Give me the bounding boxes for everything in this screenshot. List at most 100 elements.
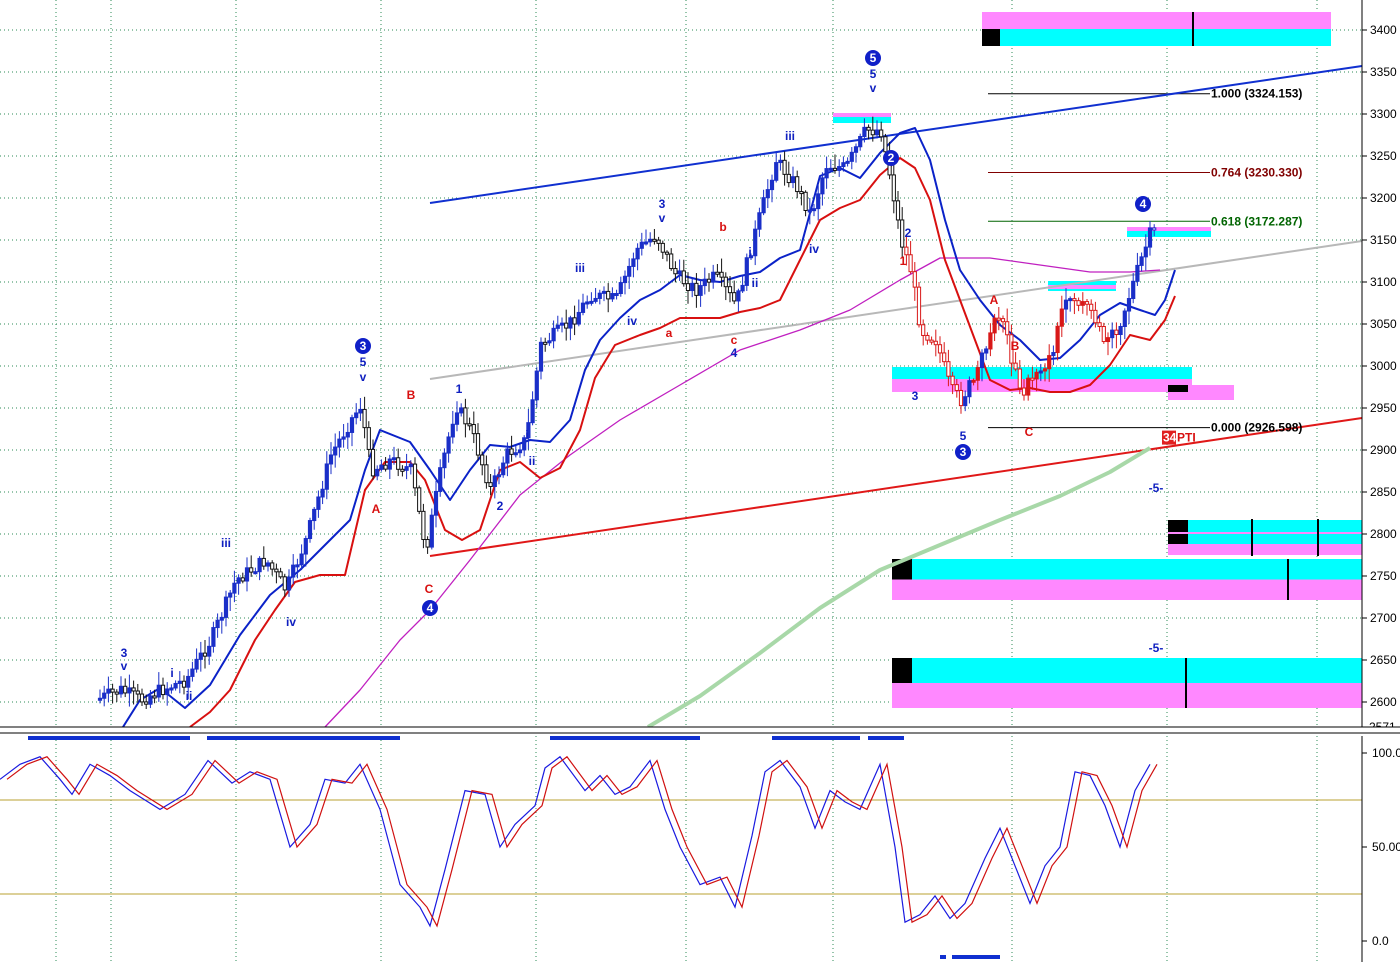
candle-body — [530, 399, 535, 424]
wave-label: iii — [785, 129, 795, 143]
candle-body — [1114, 329, 1119, 336]
candle-body — [837, 166, 842, 171]
price-tick-label: 2900 — [1370, 443, 1397, 457]
wave-label: v — [870, 81, 877, 95]
candle-body — [286, 576, 292, 591]
candle-body — [740, 284, 745, 292]
candle-body — [967, 380, 972, 398]
price-tick-label: 2750 — [1370, 569, 1397, 583]
candle-body — [160, 684, 166, 696]
candle-body — [425, 539, 430, 548]
osc-tick-label: 50.00 — [1372, 840, 1400, 854]
candle-body — [832, 167, 838, 171]
candle-body — [858, 135, 863, 148]
wave-label: ii — [752, 276, 759, 290]
candle-body — [278, 571, 283, 578]
wave-label: i — [170, 666, 173, 680]
candle-body — [467, 423, 472, 427]
wave-label: 3 — [121, 646, 128, 660]
candle-body — [471, 424, 476, 435]
candle-body — [635, 247, 640, 260]
zone-marker — [1168, 385, 1188, 392]
candle-body — [669, 253, 674, 270]
candle-body — [1042, 368, 1048, 372]
candle-body — [1063, 299, 1069, 310]
candle-body — [244, 567, 250, 582]
candle-body — [988, 332, 993, 350]
candle-body — [1135, 264, 1140, 282]
candle-body — [1143, 246, 1148, 258]
candle-body — [1110, 329, 1115, 339]
candle-body — [223, 596, 229, 618]
candle-body — [303, 538, 308, 555]
zone-magenta — [833, 113, 891, 117]
candle-body — [534, 370, 539, 401]
wave-label: i — [525, 428, 528, 442]
candle-body — [144, 701, 149, 705]
candle-body — [265, 562, 271, 567]
candle-body — [895, 200, 901, 221]
candle-body — [736, 290, 741, 302]
signal-bar — [207, 736, 400, 740]
candle-body — [744, 257, 749, 286]
wave-label: 4 — [731, 346, 738, 360]
candle-body — [643, 241, 649, 245]
candle-body — [375, 468, 380, 477]
candle-body — [937, 344, 943, 354]
candle-body — [362, 408, 367, 429]
candle-body — [715, 271, 720, 275]
candle-body — [391, 457, 397, 461]
zone-marker — [1168, 520, 1188, 532]
wave-label: 2 — [497, 499, 504, 513]
fib-label: 0.618 (3172.287) — [1211, 214, 1302, 228]
candle-body — [606, 290, 611, 300]
candle-body — [912, 271, 917, 288]
candle-body — [139, 693, 145, 703]
price-tick-label: 3250 — [1370, 149, 1397, 163]
candle-body — [559, 322, 565, 326]
zone-magenta — [892, 683, 1362, 708]
candle-body — [946, 361, 951, 377]
candle-body — [1055, 325, 1060, 354]
zone-cyan — [892, 658, 1362, 683]
candle-body — [114, 691, 119, 695]
candle-body — [853, 146, 859, 153]
wave-label: v — [659, 211, 666, 225]
candle-body — [1105, 337, 1111, 343]
candle-body — [236, 577, 241, 584]
candle-body — [807, 209, 812, 213]
candle-body — [1000, 318, 1006, 323]
candle-body — [219, 616, 224, 621]
candle-body — [803, 191, 808, 211]
candle-body — [484, 464, 489, 484]
candle-body — [601, 290, 607, 294]
candle-body — [1068, 298, 1073, 302]
fib-label: 0.000 (2926.598) — [1211, 421, 1302, 435]
candle-body — [786, 173, 791, 184]
candle-body — [446, 436, 451, 454]
candle-body — [664, 251, 670, 255]
candle-body — [459, 407, 464, 414]
wave-label: iv — [286, 615, 296, 629]
candle-body — [383, 464, 388, 470]
signal-bar — [28, 736, 190, 740]
candle-body — [774, 162, 779, 181]
candle-body — [379, 464, 384, 470]
candle-body — [312, 508, 317, 522]
wave-label: ii — [186, 689, 193, 703]
candle-body — [992, 317, 997, 334]
candle-body — [190, 668, 195, 677]
fib-label: 1.000 (3324.153) — [1211, 87, 1302, 101]
zone-cyan — [982, 29, 1331, 46]
candle-body — [761, 197, 766, 214]
candle-body — [845, 160, 850, 164]
candle-body — [1021, 387, 1027, 396]
wave-label: a — [666, 326, 673, 340]
candle-body — [349, 417, 355, 433]
candle-body — [249, 567, 254, 573]
candle-body — [681, 270, 686, 285]
candle-body — [564, 322, 569, 329]
candle-body — [463, 407, 468, 425]
candle-body — [627, 265, 632, 277]
candle-body — [698, 285, 703, 296]
